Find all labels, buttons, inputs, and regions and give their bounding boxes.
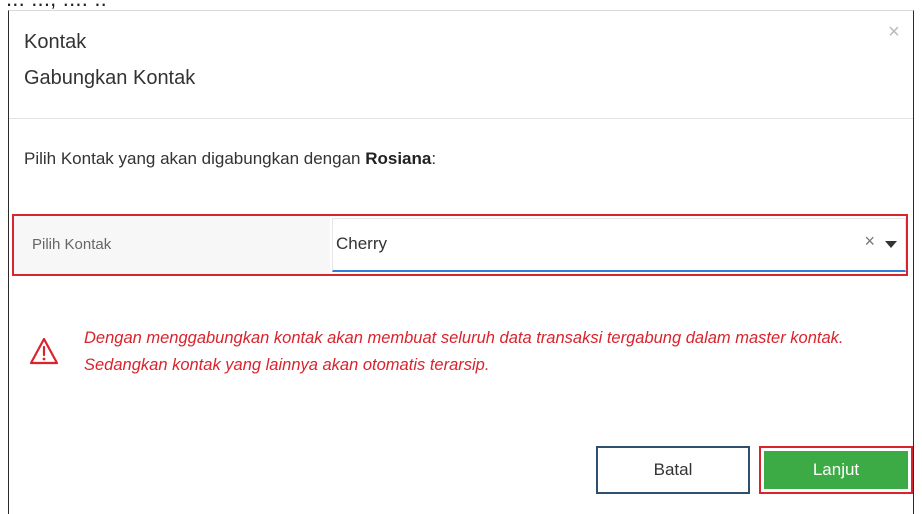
selected-contact-value: Cherry: [336, 234, 388, 253]
contact-select[interactable]: Cherry ×: [332, 218, 906, 272]
screen: ... ..., .... .. Kontak Gabungkan Kontak…: [0, 0, 922, 514]
cancel-button[interactable]: Batal: [596, 446, 750, 494]
warning-message: Dengan menggabungkan kontak akan membuat…: [84, 329, 844, 374]
background-text: ... ..., .... ..: [6, 0, 107, 10]
select-contact-row: Pilih Kontak Cherry ×: [12, 214, 908, 276]
close-button[interactable]: ×: [885, 21, 903, 43]
module-title: Kontak: [24, 31, 87, 53]
instruction-text: Pilih Kontak yang akan digabungkan denga…: [24, 149, 436, 169]
close-icon: ×: [888, 21, 900, 43]
dialog-header: Kontak Gabungkan Kontak ×: [9, 11, 913, 119]
instruction-prefix: Pilih Kontak yang akan digabungkan denga…: [24, 149, 366, 168]
chevron-down-icon[interactable]: [885, 241, 897, 248]
warning-triangle-icon: [29, 337, 59, 365]
field-label-cell: Pilih Kontak: [14, 216, 330, 274]
dialog-title: Gabungkan Kontak: [24, 67, 196, 89]
instruction-suffix: :: [431, 149, 437, 168]
clear-selection-icon[interactable]: ×: [864, 231, 875, 252]
next-button[interactable]: Lanjut: [759, 446, 913, 494]
background-page-text: ... ..., .... ..: [0, 0, 922, 10]
merge-contact-dialog: Kontak Gabungkan Kontak × Pilih Kontak y…: [8, 10, 914, 514]
field-label: Pilih Kontak: [32, 236, 112, 253]
target-contact-name: Rosiana: [365, 149, 432, 168]
